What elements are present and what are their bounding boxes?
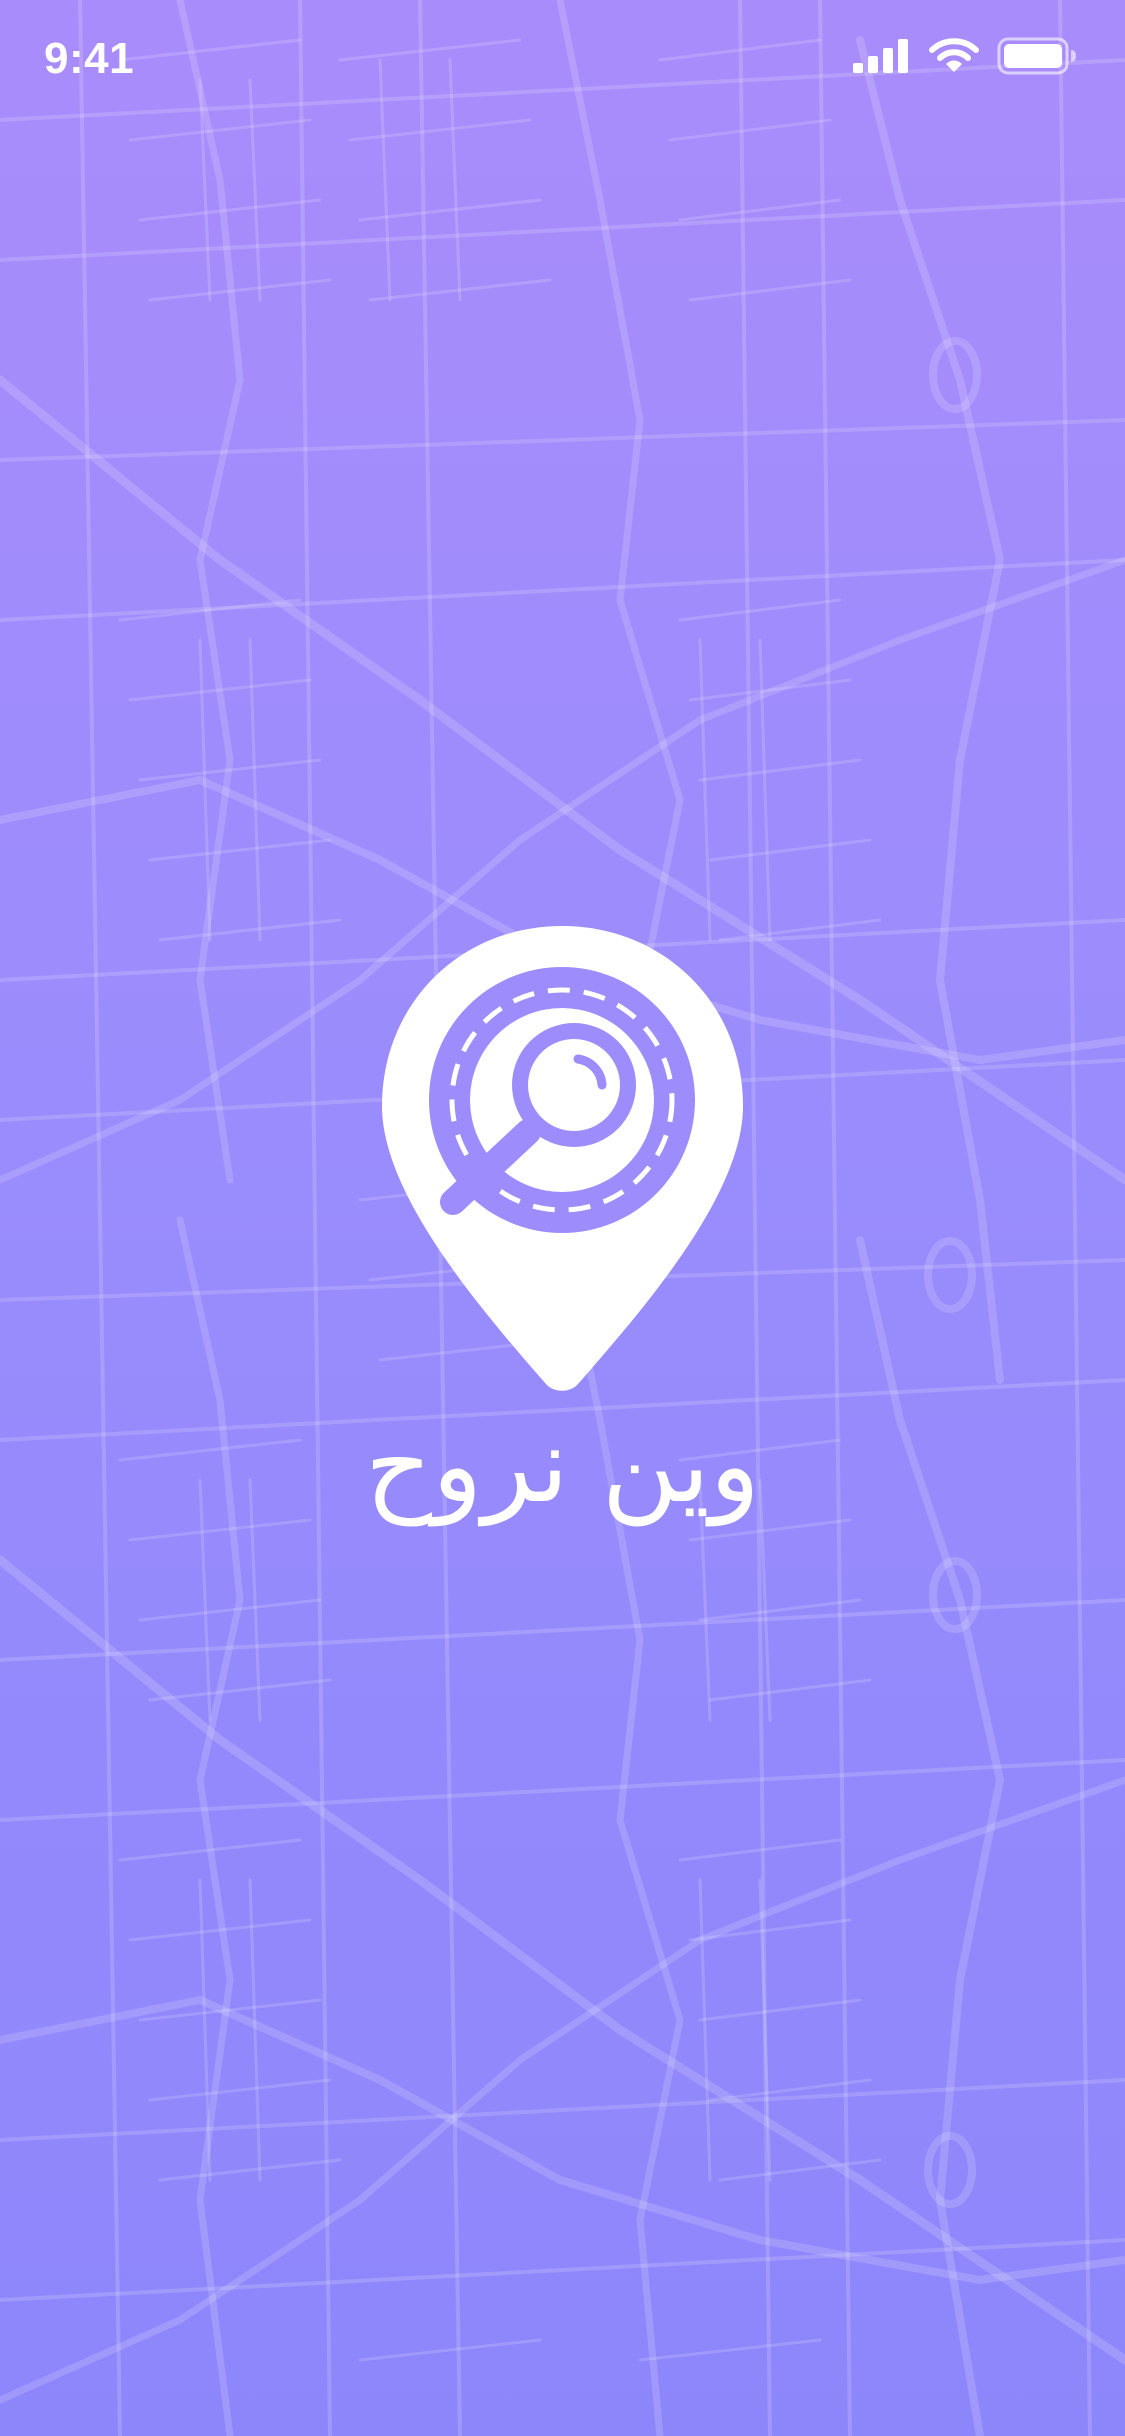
battery-icon: [997, 37, 1076, 75]
cellular-signal-icon: [853, 39, 908, 73]
app-name: وين نروح: [364, 1404, 761, 1526]
status-bar: 9:41: [0, 0, 1125, 130]
map-pin-magnifier-icon: [382, 926, 743, 1391]
status-icons: [853, 36, 1077, 76]
status-time: 9:41: [44, 34, 135, 83]
wifi-icon: [929, 38, 979, 72]
splash-screen: 9:41 وين نروح: [0, 0, 1125, 2436]
